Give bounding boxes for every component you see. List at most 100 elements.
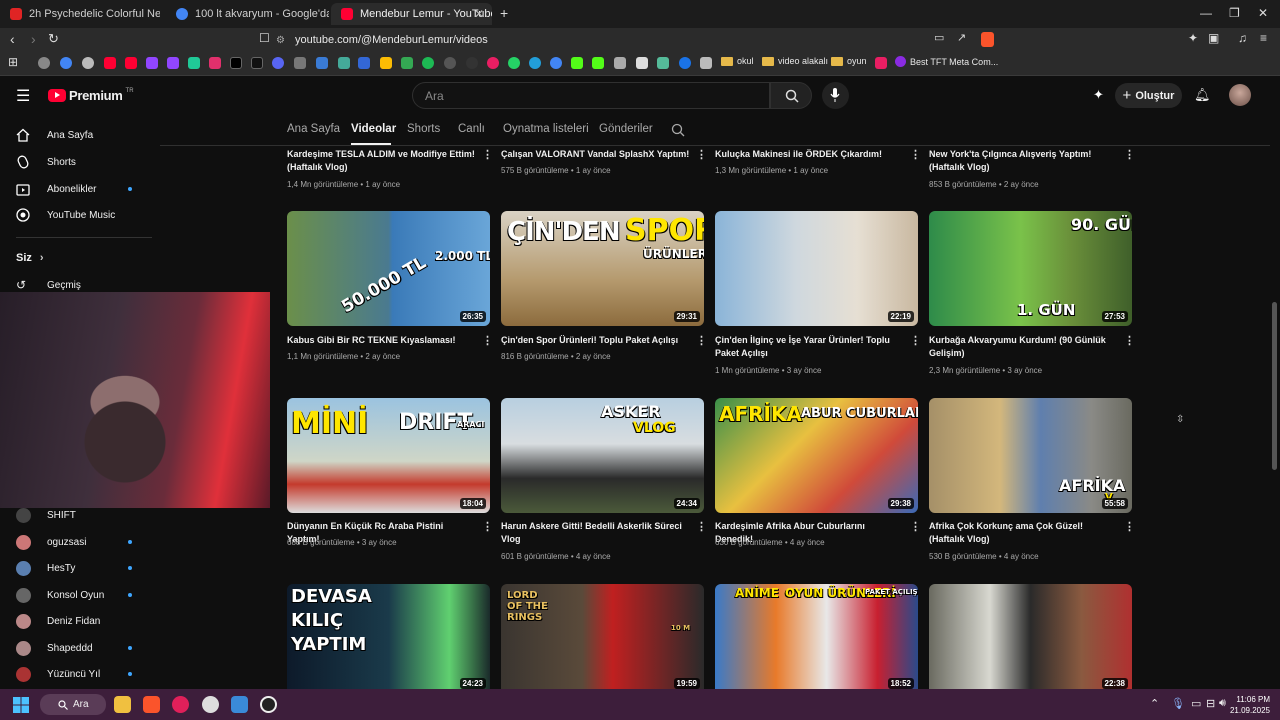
obs-icon[interactable] <box>260 696 277 713</box>
site-info-icon[interactable]: ⚙ <box>276 35 285 46</box>
bookmark-icon[interactable] <box>316 57 328 69</box>
media-icon[interactable]: ♫ <box>1238 31 1247 45</box>
brave-browser-icon[interactable] <box>143 696 160 713</box>
video-thumbnail[interactable]: MİNİ DRIFT ARACI 18:04 <box>287 398 490 513</box>
x-bookmark-icon[interactable] <box>230 57 242 69</box>
taskbar-clock[interactable]: 11:06 PM 21.09.2025 <box>1230 694 1270 716</box>
bookmark-icon[interactable] <box>550 57 562 69</box>
video-thumbnail[interactable]: ÇİN'DEN SPOR ÜRÜNLERİ 29:31 <box>501 211 704 326</box>
video-title[interactable]: Kuluçka Makinesi ile ÖRDEK Çıkardım! <box>715 148 905 161</box>
subscription-item[interactable]: Shapeddd <box>16 639 93 657</box>
tab-videos[interactable]: Videolar <box>351 123 396 135</box>
video-title[interactable]: Kardeşime TESLA ALDIM ve Modifiye Ettim!… <box>287 148 477 174</box>
bookmark-icon[interactable] <box>294 57 306 69</box>
bookmark-icon[interactable] <box>700 57 712 69</box>
extensions-icon[interactable]: ✦ <box>1188 31 1198 45</box>
bookmark-icon[interactable] <box>188 57 200 69</box>
youtube-bookmark-icon[interactable] <box>104 57 116 69</box>
tab-home[interactable]: Ana Sayfa <box>287 123 340 135</box>
video-more-options-icon[interactable]: ⋮ <box>696 334 707 347</box>
tab-playlists[interactable]: Oynatma listeleri <box>503 123 589 135</box>
video-thumbnail[interactable]: AFRİKA ABUR CUBURLARI 29:38 <box>715 398 918 513</box>
bookmark-icon[interactable] <box>614 57 626 69</box>
video-more-options-icon[interactable]: ⋮ <box>1124 520 1135 533</box>
bookmark-folder-video[interactable]: video alakalı <box>762 56 828 66</box>
video-thumbnail[interactable]: 22:38 <box>929 584 1132 689</box>
tab-shorts[interactable]: Shorts <box>407 123 440 135</box>
sidebar-you-heading[interactable]: Siz › <box>16 252 44 264</box>
google-bookmark-icon[interactable] <box>60 57 72 69</box>
bookmark-icon[interactable] <box>401 57 413 69</box>
video-thumbnail[interactable]: 50.000 TL 2.000 TL 26:35 <box>287 211 490 326</box>
video-more-options-icon[interactable]: ⋮ <box>910 520 921 533</box>
video-thumbnail[interactable]: ANİME OYUN ÜRÜNLERİ PAKET AÇILIŞI 18:52 <box>715 584 918 689</box>
bookmark-icon[interactable] <box>657 57 669 69</box>
history-bookmark-icon[interactable] <box>38 57 50 69</box>
kick-bookmark-icon[interactable] <box>571 57 583 69</box>
share-icon[interactable]: ↗ <box>957 31 966 44</box>
sidebar-item-youtube-music[interactable]: YouTube Music <box>16 206 115 224</box>
bookmark-icon[interactable] <box>82 57 94 69</box>
microphone-icon[interactable]: 🎙︎ <box>1171 697 1185 710</box>
video-more-options-icon[interactable]: ⋮ <box>910 334 921 347</box>
notifications-bell-icon[interactable]: 🔔︎ <box>1194 87 1211 103</box>
video-more-options-icon[interactable]: ⋮ <box>1124 334 1135 347</box>
browser-tab-2[interactable]: 100 lt akvaryum - Google'da Ara <box>166 3 329 25</box>
video-more-options-icon[interactable]: ⋮ <box>910 148 921 161</box>
hamburger-menu-icon[interactable]: ☰ <box>16 86 30 106</box>
youtube-premium-logo[interactable]: Premium TR <box>48 88 134 103</box>
video-thumbnail[interactable]: 90. GÜN 1. GÜN 27:53 <box>929 211 1132 326</box>
telegram-bookmark-icon[interactable] <box>529 57 541 69</box>
chevron-up-icon[interactable]: ⌃ <box>1150 697 1159 710</box>
menu-icon[interactable]: ≡ <box>1260 31 1267 45</box>
taskbar-search[interactable]: Ara <box>40 694 106 715</box>
windows-start-icon[interactable] <box>13 697 29 713</box>
bookmark-icon[interactable] <box>358 57 370 69</box>
video-thumbnail[interactable]: LORD OF THE RINGS 10 M 19:59 <box>501 584 704 689</box>
video-thumbnail[interactable]: AFRİKA V 55:58 <box>929 398 1132 513</box>
voice-search-button[interactable] <box>822 82 849 109</box>
video-more-options-icon[interactable]: ⋮ <box>482 520 493 533</box>
volume-icon[interactable]: 🔊︎ <box>1219 697 1226 710</box>
bookmark-icon[interactable] <box>679 57 691 69</box>
forward-icon[interactable]: › <box>31 31 36 47</box>
instagram-bookmark-icon[interactable] <box>209 57 221 69</box>
minimize-icon[interactable]: — <box>1200 6 1212 20</box>
gemini-sparkle-icon[interactable]: ✦ <box>1093 87 1104 103</box>
video-title[interactable]: Çin'den Spor Ürünleri! Toplu Paket Açılı… <box>501 334 691 347</box>
bookmark-icon[interactable] <box>875 57 887 69</box>
video-more-options-icon[interactable]: ⋮ <box>482 148 493 161</box>
subscription-item[interactable]: Deniz Fidan <box>16 612 100 630</box>
bookmark-folder-okul[interactable]: okul <box>721 56 754 66</box>
tab-live[interactable]: Canlı <box>458 123 485 135</box>
bookmark-icon[interactable] <box>487 57 499 69</box>
discord-bookmark-icon[interactable] <box>272 57 284 69</box>
subscription-item[interactable]: oguzsasi <box>16 533 86 551</box>
bookmark-icon[interactable] <box>444 57 456 69</box>
search-button[interactable] <box>770 82 812 109</box>
tiktok-bookmark-icon[interactable] <box>251 57 263 69</box>
twitch-bookmark-icon[interactable] <box>167 57 179 69</box>
photos-icon[interactable] <box>231 696 248 713</box>
file-explorer-icon[interactable] <box>114 696 131 713</box>
video-thumbnail[interactable]: ASKER VLOG 24:34 <box>501 398 704 513</box>
new-tab-button[interactable]: + <box>500 5 508 21</box>
video-more-options-icon[interactable]: ⋮ <box>696 520 707 533</box>
video-title[interactable]: Afrika Çok Korkunç ama Çok Güzel! (Hafta… <box>929 520 1119 546</box>
video-more-options-icon[interactable]: ⋮ <box>1124 148 1135 161</box>
sidebar-item-home[interactable]: Ana Sayfa <box>16 126 93 144</box>
display-icon[interactable]: ▭ <box>1191 697 1201 710</box>
reload-icon[interactable]: ↻ <box>48 31 59 47</box>
subscription-item[interactable]: Yüzüncü Yıl <box>16 665 100 683</box>
bookmark-icon[interactable] <box>636 57 648 69</box>
video-title[interactable]: Kurbağa Akvaryumu Kurdum! (90 Günlük Gel… <box>929 334 1119 360</box>
browser-tab-3-active[interactable]: Mendebur Lemur - YouTube ✕ <box>331 3 492 25</box>
close-tab-icon[interactable]: ✕ <box>474 7 484 21</box>
network-icon[interactable]: ⊟ <box>1206 697 1215 710</box>
video-title[interactable]: New York'ta Çılgınca Alışveriş Yaptım! (… <box>929 148 1119 174</box>
video-more-options-icon[interactable]: ⋮ <box>482 334 493 347</box>
close-window-icon[interactable]: ✕ <box>1258 6 1268 20</box>
video-title[interactable]: Harun Askere Gitti! Bedelli Askerlik Sür… <box>501 520 691 546</box>
subscription-item[interactable]: HesTy <box>16 559 75 577</box>
bookmark-icon[interactable] <box>338 57 350 69</box>
